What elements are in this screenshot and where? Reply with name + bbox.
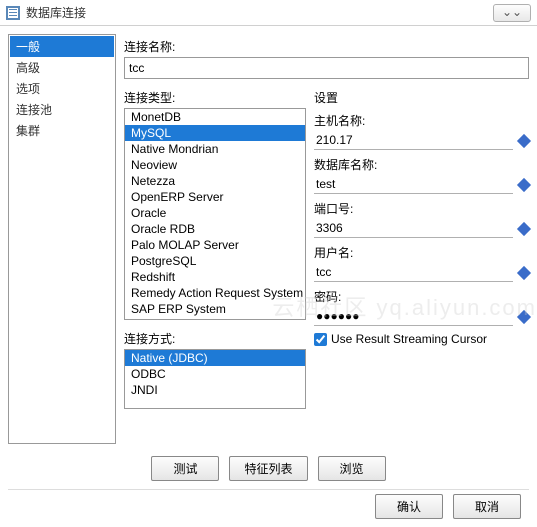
sidebar-item[interactable]: 集群 xyxy=(10,120,114,141)
db-label: 数据库名称: xyxy=(314,152,529,175)
db-var-icon[interactable] xyxy=(517,177,531,191)
ok-button[interactable]: 确认 xyxy=(375,494,443,519)
pwd-var-icon[interactable] xyxy=(517,309,531,323)
list-item[interactable]: Oracle RDB xyxy=(125,221,305,237)
list-item[interactable]: MySQL xyxy=(125,125,305,141)
test-button[interactable]: 测试 xyxy=(151,456,219,481)
main-panel: 连接名称: 连接类型: MonetDBMySQLNative MondrianN… xyxy=(124,34,529,444)
app-icon xyxy=(6,6,20,20)
user-var-icon[interactable] xyxy=(517,265,531,279)
conn-method-list[interactable]: Native (JDBC)ODBCJNDI xyxy=(124,349,306,409)
pwd-input[interactable] xyxy=(314,307,513,326)
dialog-buttons: 确认 取消 xyxy=(0,490,537,527)
sidebar-item[interactable]: 选项 xyxy=(10,78,114,99)
close-button[interactable]: ⌄⌄ xyxy=(493,4,531,22)
conn-name-input[interactable] xyxy=(124,57,529,79)
browse-button[interactable]: 浏览 xyxy=(318,456,386,481)
pwd-label: 密码: xyxy=(314,284,529,307)
list-item[interactable]: Redshift xyxy=(125,269,305,285)
sidebar: 一般高级选项连接池集群 xyxy=(8,34,116,444)
list-item[interactable]: ODBC xyxy=(125,366,305,382)
sidebar-item[interactable]: 一般 xyxy=(10,36,114,57)
list-item[interactable]: OpenERP Server xyxy=(125,189,305,205)
result-cursor-checkbox[interactable] xyxy=(314,333,327,346)
dialog-body: 一般高级选项连接池集群 连接名称: 连接类型: MonetDBMySQLNati… xyxy=(0,26,537,452)
list-item[interactable]: JNDI xyxy=(125,382,305,398)
list-item[interactable]: MonetDB xyxy=(125,109,305,125)
action-buttons: 测试 特征列表 浏览 xyxy=(0,452,537,489)
cancel-button[interactable]: 取消 xyxy=(453,494,521,519)
sidebar-item[interactable]: 连接池 xyxy=(10,99,114,120)
host-input[interactable] xyxy=(314,131,513,150)
list-item[interactable]: PostgreSQL xyxy=(125,253,305,269)
list-item[interactable]: SAP ERP System xyxy=(125,301,305,317)
title-bar: 数据库连接 ⌄⌄ xyxy=(0,0,537,26)
conn-method-label: 连接方式: xyxy=(124,326,306,349)
settings-heading: 设置 xyxy=(314,85,529,108)
conn-type-label: 连接类型: xyxy=(124,85,306,108)
port-var-icon[interactable] xyxy=(517,221,531,235)
port-label: 端口号: xyxy=(314,196,529,219)
port-input[interactable] xyxy=(314,219,513,238)
list-item[interactable]: Remedy Action Request System xyxy=(125,285,305,301)
conn-name-label: 连接名称: xyxy=(124,34,529,57)
list-item[interactable]: Netezza xyxy=(125,173,305,189)
conn-type-list[interactable]: MonetDBMySQLNative MondrianNeoviewNetezz… xyxy=(124,108,306,320)
user-input[interactable] xyxy=(314,263,513,282)
db-input[interactable] xyxy=(314,175,513,194)
list-item[interactable]: Neoview xyxy=(125,157,305,173)
list-item[interactable]: Native Mondrian xyxy=(125,141,305,157)
host-label: 主机名称: xyxy=(314,108,529,131)
user-label: 用户名: xyxy=(314,240,529,263)
list-item[interactable]: Native (JDBC) xyxy=(125,350,305,366)
feature-list-button[interactable]: 特征列表 xyxy=(229,456,307,481)
list-item[interactable]: SQLite xyxy=(125,317,305,320)
window-title: 数据库连接 xyxy=(26,4,493,21)
list-item[interactable]: Palo MOLAP Server xyxy=(125,237,305,253)
list-item[interactable]: Oracle xyxy=(125,205,305,221)
sidebar-item[interactable]: 高级 xyxy=(10,57,114,78)
result-cursor-label: Use Result Streaming Cursor xyxy=(331,332,487,346)
host-var-icon[interactable] xyxy=(517,133,531,147)
